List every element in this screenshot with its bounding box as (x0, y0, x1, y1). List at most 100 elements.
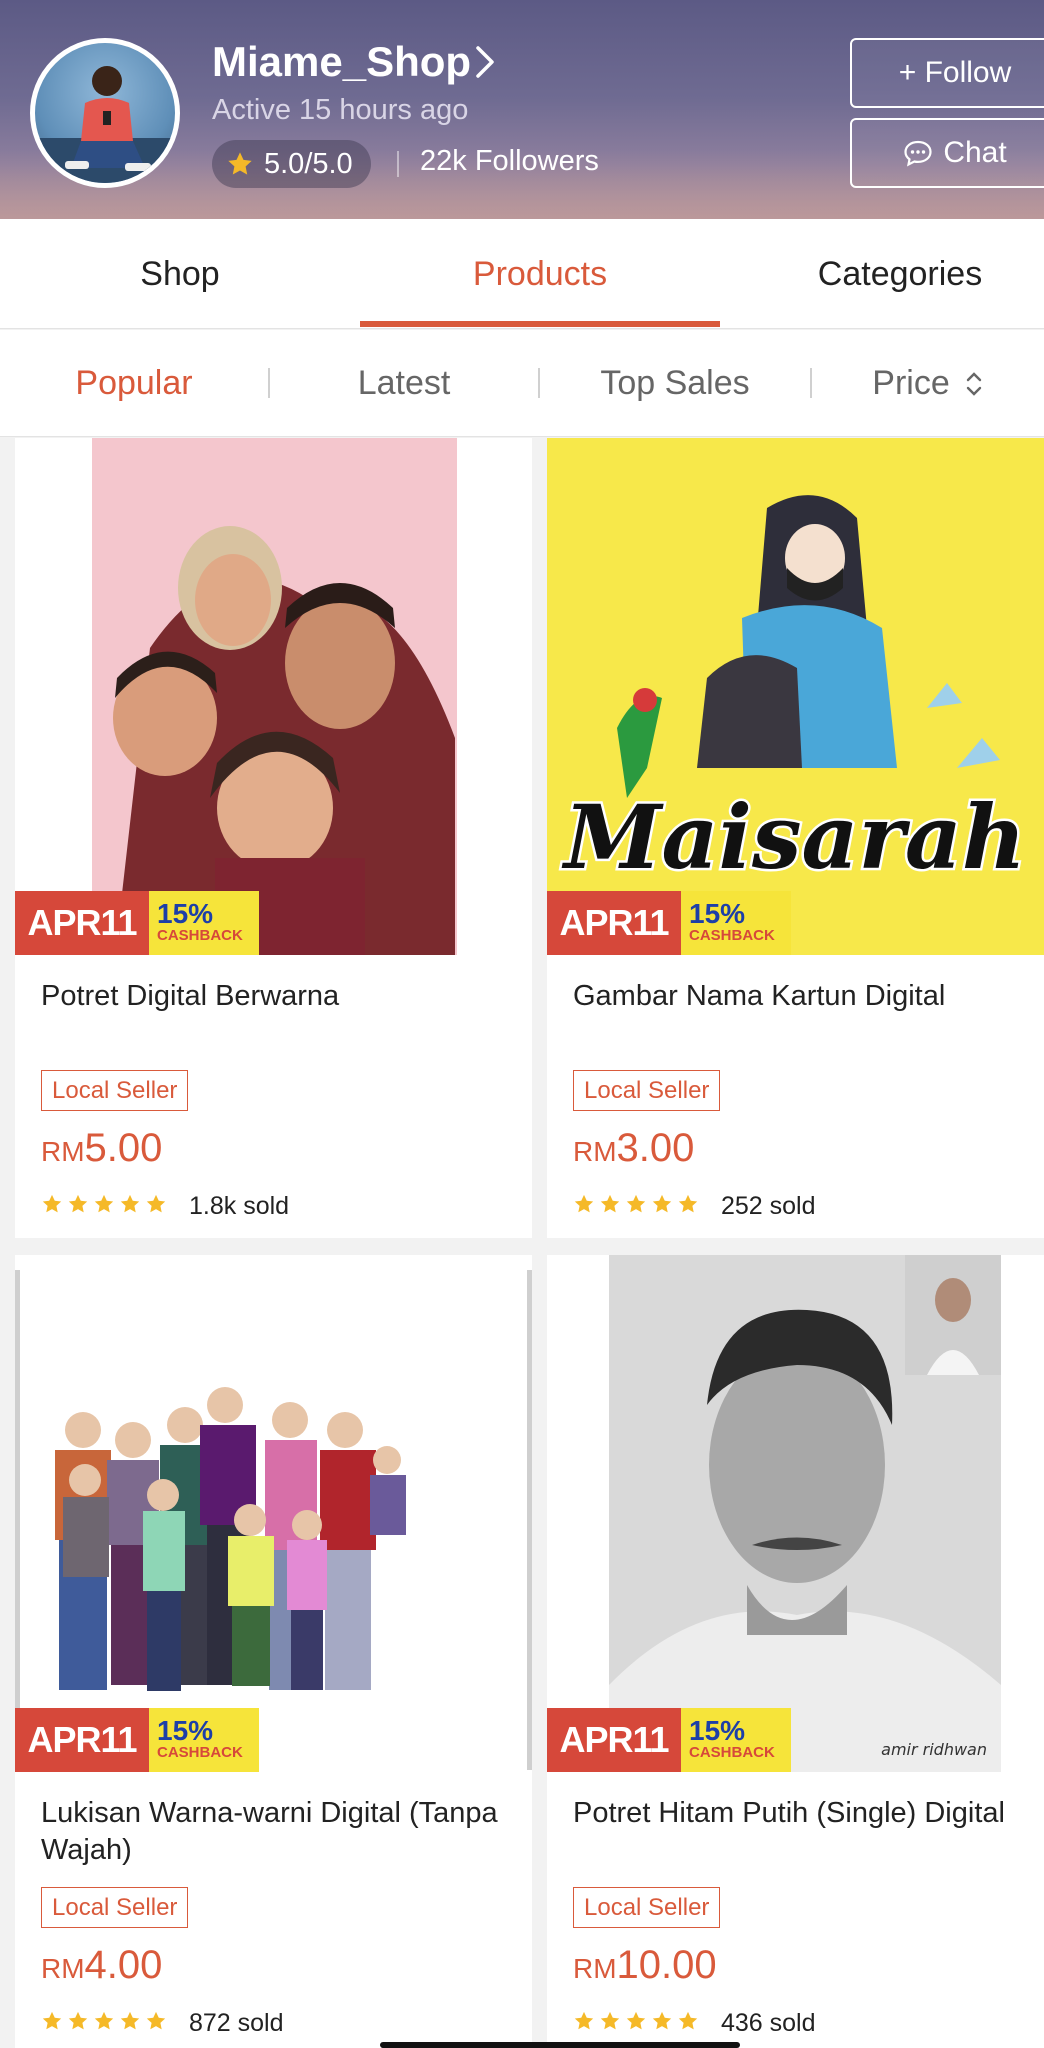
product-title: Potret Hitam Putih (Single) Digital (573, 1797, 1005, 1829)
star-icon (68, 1194, 88, 1213)
star-icon (600, 2011, 620, 2030)
active-status: Active 15 hours ago (212, 94, 469, 126)
star-icon (652, 2011, 672, 2030)
chevron-right-icon[interactable] (474, 44, 496, 80)
divider (397, 151, 399, 177)
star-icon (42, 2011, 62, 2030)
product-image[interactable]: Maisarah APR11 15% CASHBACK (547, 438, 1044, 955)
cashback-badge: 15% CASHBACK (149, 891, 259, 955)
home-indicator[interactable] (380, 2042, 740, 2048)
product-rating-sold: 872 sold (41, 2009, 284, 2038)
sort-popular[interactable]: Popular (0, 330, 268, 437)
family-portrait-image (15, 438, 532, 955)
product-price: RM3.00 (573, 1126, 694, 1171)
star-icon (574, 1194, 594, 1213)
cashback-percent: 15% (689, 898, 746, 929)
product-price: RM5.00 (41, 1126, 162, 1171)
star-icon (678, 2011, 698, 2030)
star-icon (120, 2011, 140, 2030)
chat-bubble-icon (904, 140, 932, 167)
price-currency: RM (41, 1136, 85, 1167)
promo-date-badge: APR11 (15, 891, 149, 955)
follow-button[interactable]: + Follow (850, 38, 1044, 108)
sold-count: 872 sold (189, 2009, 284, 2037)
followers-count: 22k Followers (420, 145, 599, 177)
cashback-label: CASHBACK (689, 1744, 775, 1761)
cashback-label: CASHBACK (689, 927, 775, 944)
cashback-badge: 15% CASHBACK (149, 1708, 259, 1772)
star-icon (626, 1194, 646, 1213)
product-title: Lukisan Warna-warni Digital (Tanpa Wajah… (41, 1797, 498, 1866)
sort-price-label: Price (872, 364, 950, 402)
product-card[interactable]: amir ridhwan APR11 15% CASHBACK Potret H… (547, 1255, 1044, 2048)
divider (810, 368, 812, 398)
cartoon-name-image: Maisarah (547, 438, 1044, 955)
product-title: Gambar Nama Kartun Digital (573, 980, 946, 1012)
product-image[interactable]: amir ridhwan APR11 15% CASHBACK (547, 1255, 1044, 1772)
chat-button[interactable]: Chat (850, 118, 1044, 188)
product-price: RM4.00 (41, 1943, 162, 1988)
star-icon (574, 2011, 594, 2030)
star-icon (652, 1194, 672, 1213)
image-name-text: Maisarah (561, 785, 1026, 889)
local-seller-tag: Local Seller (573, 1887, 721, 1928)
promo-date-badge: APR11 (547, 1708, 681, 1772)
sort-price[interactable]: Price (812, 330, 1044, 437)
tab-categories[interactable]: Categories (720, 219, 1044, 329)
sold-count: 436 sold (721, 2009, 816, 2037)
shop-tabs: Shop Products Categories (0, 219, 1044, 329)
sort-top-sales[interactable]: Top Sales (540, 330, 810, 437)
star-rating (41, 2010, 171, 2037)
product-card[interactable]: APR11 15% CASHBACK Potret Digital Berwar… (15, 438, 532, 1238)
local-seller-tag: Local Seller (41, 1070, 189, 1111)
cashback-badge: 15% CASHBACK (681, 891, 791, 955)
star-icon (94, 2011, 114, 2030)
cashback-label: CASHBACK (157, 927, 243, 944)
product-rating-sold: 436 sold (573, 2009, 816, 2038)
star-rating (573, 2010, 703, 2037)
promo-date-badge: APR11 (547, 891, 681, 955)
star-icon (626, 2011, 646, 2030)
star-icon (68, 2011, 88, 2030)
cashback-percent: 15% (157, 898, 214, 929)
divider (268, 368, 270, 398)
cashback-label: CASHBACK (157, 1744, 243, 1761)
image-signature-text: amir ridhwan (881, 1740, 987, 1759)
star-icon (678, 1194, 698, 1213)
shop-avatar[interactable] (30, 38, 180, 188)
star-icon (600, 1194, 620, 1213)
shop-name[interactable]: Miame_Shop (212, 38, 471, 86)
divider (538, 368, 540, 398)
product-card[interactable]: Maisarah APR11 15% CASHBACK Gambar Nama … (547, 438, 1044, 1238)
star-icon (146, 2011, 166, 2030)
chat-label: Chat (943, 136, 1007, 169)
sort-bar: Popular Latest Top Sales Price (0, 330, 1044, 437)
local-seller-tag: Local Seller (573, 1070, 721, 1111)
price-value: 3.00 (616, 1126, 695, 1170)
price-value: 5.00 (84, 1126, 163, 1170)
tab-shop[interactable]: Shop (0, 219, 360, 329)
price-currency: RM (573, 1136, 617, 1167)
sold-count: 252 sold (721, 1192, 816, 1220)
price-currency: RM (41, 1953, 85, 1984)
sold-count: 1.8k sold (189, 1192, 290, 1220)
star-rating (573, 1193, 703, 1220)
shop-rating: 5.0/5.0 (212, 140, 371, 188)
star-icon (228, 152, 252, 175)
price-value: 10.00 (616, 1943, 717, 1987)
sort-arrows-icon (966, 371, 981, 396)
product-card[interactable]: APR11 15% CASHBACK Lukisan Warna-warni D… (15, 1255, 532, 2048)
tab-products[interactable]: Products (360, 219, 720, 329)
sort-latest[interactable]: Latest (270, 330, 538, 437)
active-tab-indicator (360, 321, 720, 327)
price-value: 4.00 (84, 1943, 163, 1987)
product-image[interactable]: APR11 15% CASHBACK (15, 438, 532, 955)
cashback-badge: 15% CASHBACK (681, 1708, 791, 1772)
product-image[interactable]: APR11 15% CASHBACK (15, 1255, 532, 1772)
avatar-person-image (35, 66, 175, 183)
star-icon (146, 1194, 166, 1213)
promo-date-badge: APR11 (15, 1708, 149, 1772)
star-icon (120, 1194, 140, 1213)
cashback-percent: 15% (689, 1715, 746, 1746)
faceless-family-image (15, 1255, 532, 1772)
